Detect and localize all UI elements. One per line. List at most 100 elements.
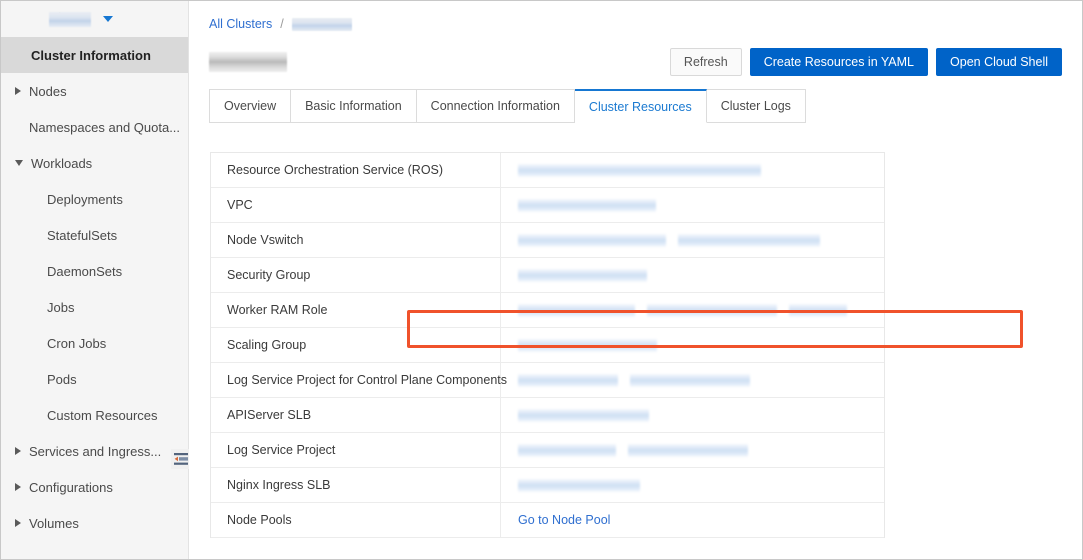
resource-label-cell: Scaling Group xyxy=(211,328,501,362)
table-row: Security Group xyxy=(211,258,884,293)
refresh-button[interactable]: Refresh xyxy=(669,48,742,76)
table-row: Node Vswitch xyxy=(211,223,884,258)
table-row: Log Service Project xyxy=(211,433,884,468)
spacer-icon xyxy=(15,123,21,132)
resource-value-cell xyxy=(501,468,884,502)
create-resources-in-yaml-button[interactable]: Create Resources in YAML xyxy=(749,48,929,76)
spacer-icon xyxy=(33,195,39,204)
go-to-node-pool-link[interactable]: Go to Node Pool xyxy=(518,513,610,527)
sidebar-item-label: Custom Resources xyxy=(47,407,158,423)
resource-label-cell: Security Group xyxy=(211,258,501,292)
redacted-value xyxy=(628,443,748,457)
resource-value-cell xyxy=(501,188,884,222)
resource-value-cell xyxy=(501,328,884,362)
resource-label-cell: Nginx Ingress SLB xyxy=(211,468,501,502)
table-row: Worker RAM Role xyxy=(211,293,884,328)
breadcrumb-separator: / xyxy=(280,17,284,31)
sidebar-cluster-switcher[interactable] xyxy=(1,1,188,37)
main-content: All Clusters / Refresh Create Resources … xyxy=(189,1,1082,559)
caret-down-icon[interactable] xyxy=(103,16,113,22)
collapse-panel-icon[interactable] xyxy=(171,449,191,469)
chevron-down-icon[interactable] xyxy=(15,160,23,166)
redacted-value xyxy=(678,233,820,247)
redacted-value xyxy=(518,478,640,492)
resource-value-cell xyxy=(501,433,884,467)
tab-cluster-resources[interactable]: Cluster Resources xyxy=(574,89,707,123)
resource-label-cell: Worker RAM Role xyxy=(211,293,501,327)
sidebar-item-label: Jobs xyxy=(47,299,75,315)
table-row: APIServer SLB xyxy=(211,398,884,433)
table-row: Scaling Group xyxy=(211,328,884,363)
sidebar-item-label: Configurations xyxy=(29,479,113,495)
sidebar-item-jobs[interactable]: Jobs xyxy=(1,289,188,325)
resource-value-cell xyxy=(501,398,884,432)
breadcrumb-current-redacted xyxy=(291,17,352,31)
sidebar: Cluster Information Nodes Namespaces and Q… xyxy=(1,1,191,559)
cluster-resources-table: Resource Orchestration Service (ROS) VPC N… xyxy=(210,152,885,538)
chevron-right-icon[interactable] xyxy=(15,87,21,95)
page-title-redacted xyxy=(209,52,287,72)
tab-cluster-logs[interactable]: Cluster Logs xyxy=(706,89,806,123)
resource-value-cell: Go to Node Pool xyxy=(501,503,884,537)
spacer-icon xyxy=(33,231,39,240)
redacted-value xyxy=(518,303,635,317)
spacer-icon xyxy=(33,375,39,384)
sidebar-item-label: Cluster Information xyxy=(31,47,151,63)
sidebar-cluster-name-redacted xyxy=(49,11,91,27)
chevron-right-icon[interactable] xyxy=(15,447,21,455)
resource-value-cell xyxy=(501,293,884,327)
sidebar-item-label: StatefulSets xyxy=(47,227,118,243)
open-cloud-shell-button[interactable]: Open Cloud Shell xyxy=(936,48,1062,76)
redacted-value xyxy=(630,373,750,387)
resource-label-cell: Node Pools xyxy=(211,503,501,537)
resource-label-cell: Log Service Project for Control Plane Co… xyxy=(211,363,507,397)
sidebar-item-label: Cron Jobs xyxy=(47,335,107,351)
chevron-right-icon[interactable] xyxy=(15,519,21,527)
tab-basic-information[interactable]: Basic Information xyxy=(291,89,417,123)
sidebar-item-statefulsets[interactable]: StatefulSets xyxy=(1,217,188,253)
table-row: Node Pools Go to Node Pool xyxy=(211,503,884,538)
sidebar-item-label: Namespaces and Quota... xyxy=(29,119,181,135)
redacted-value xyxy=(518,198,656,212)
sidebar-item-volumes[interactable]: Volumes xyxy=(1,505,188,541)
table-row: Log Service Project for Control Plane Co… xyxy=(211,363,884,398)
sidebar-item-label: Volumes xyxy=(29,515,79,531)
sidebar-item-label: Services and Ingress... xyxy=(29,443,162,459)
header-actions: Refresh Create Resources in YAML Open Cl… xyxy=(669,48,1062,76)
resource-label-cell: Log Service Project xyxy=(211,433,501,467)
sidebar-item-configurations[interactable]: Configurations xyxy=(1,469,188,505)
tab-overview[interactable]: Overview xyxy=(209,89,292,123)
breadcrumb-all-clusters[interactable]: All Clusters xyxy=(209,17,272,31)
redacted-value xyxy=(518,373,618,387)
resource-value-cell xyxy=(501,258,884,292)
sidebar-item-cron-jobs[interactable]: Cron Jobs xyxy=(1,325,188,361)
chevron-right-icon[interactable] xyxy=(15,483,21,491)
tab-bar: Overview Basic Information Connection Info… xyxy=(209,89,1082,123)
sidebar-item-label: DaemonSets xyxy=(47,263,123,279)
sidebar-item-label: Workloads xyxy=(31,155,93,171)
sidebar-item-pods[interactable]: Pods xyxy=(1,361,188,397)
sidebar-item-deployments[interactable]: Deployments xyxy=(1,181,188,217)
resource-label-cell: Node Vswitch xyxy=(211,223,501,257)
table-row: Nginx Ingress SLB xyxy=(211,468,884,503)
sidebar-item-nodes[interactable]: Nodes xyxy=(1,73,188,109)
sidebar-item-label: Nodes xyxy=(29,83,67,99)
sidebar-item-services-and-ingress[interactable]: Services and Ingress... xyxy=(1,433,188,469)
sidebar-item-daemonsets[interactable]: DaemonSets xyxy=(1,253,188,289)
sidebar-item-custom-resources[interactable]: Custom Resources xyxy=(1,397,188,433)
resource-value-cell xyxy=(501,363,884,397)
sidebar-item-cluster-information[interactable]: Cluster Information xyxy=(1,37,188,73)
spacer-icon xyxy=(33,411,39,420)
tab-connection-information[interactable]: Connection Information xyxy=(416,89,575,123)
resource-label-cell: Resource Orchestration Service (ROS) xyxy=(211,153,501,187)
spacer-icon xyxy=(33,267,39,276)
redacted-value xyxy=(518,268,647,282)
sidebar-nav-list: Cluster Information Nodes Namespaces and Q… xyxy=(1,37,188,541)
resource-value-cell xyxy=(501,153,884,187)
spacer-icon xyxy=(33,303,39,312)
sidebar-item-workloads[interactable]: Workloads xyxy=(1,145,188,181)
sidebar-item-namespaces-and-quota[interactable]: Namespaces and Quota... xyxy=(1,109,188,145)
table-row: Resource Orchestration Service (ROS) xyxy=(211,153,884,188)
redacted-value xyxy=(518,233,666,247)
breadcrumb: All Clusters / xyxy=(189,1,1082,35)
